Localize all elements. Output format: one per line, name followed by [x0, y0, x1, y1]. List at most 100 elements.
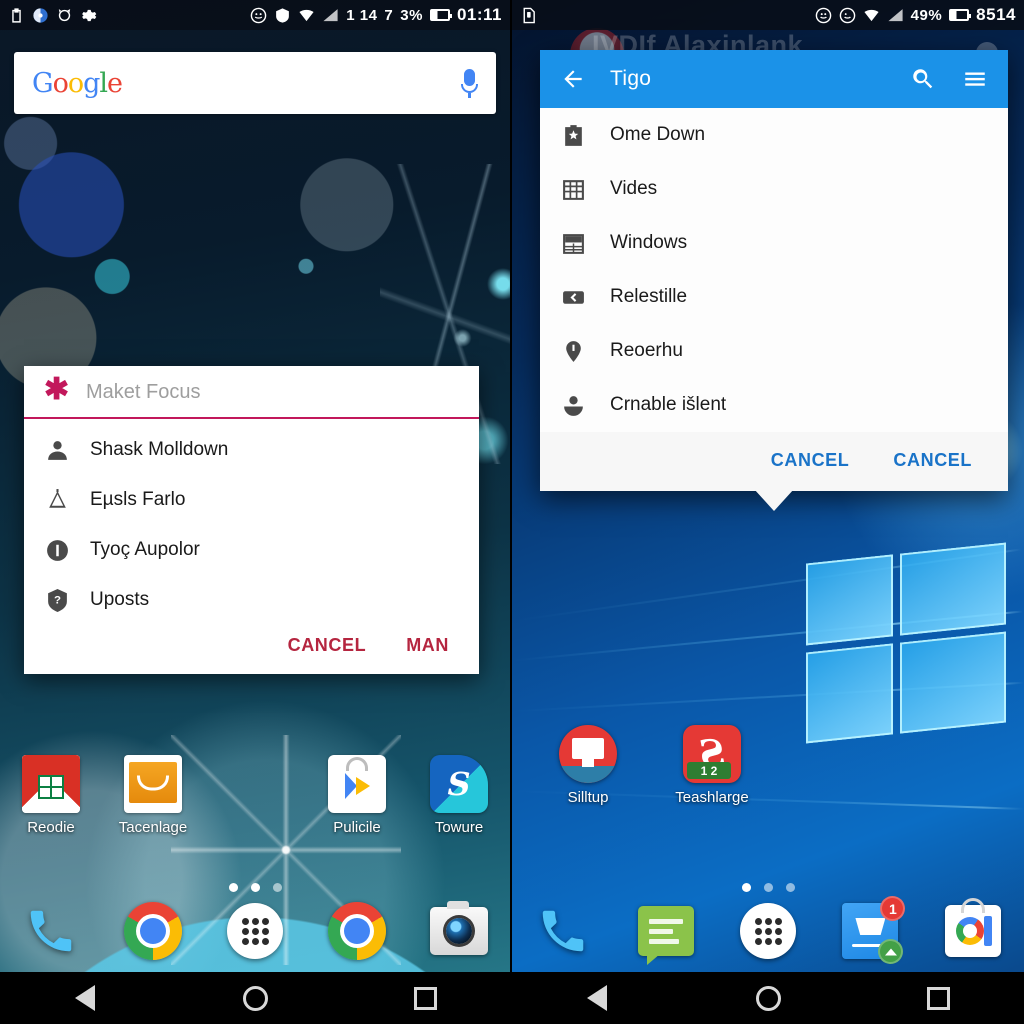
list-item[interactable]: Eµsls Farlo: [24, 475, 479, 525]
signal-icon: [887, 7, 904, 24]
list-item-label: Tyoç Aupolor: [90, 539, 200, 560]
battery-icon: [949, 9, 972, 21]
compass-icon: [32, 7, 49, 24]
app-icon-towure[interactable]: S Towure: [408, 755, 510, 836]
help-shield-icon: ?: [44, 587, 70, 613]
svg-text:?: ?: [54, 594, 61, 606]
dialog-title-row: ✱ Maket Focus: [24, 366, 479, 419]
app-icon-tacenlage[interactable]: Tacenlage: [102, 755, 204, 836]
signal-text: 1 14: [346, 6, 378, 24]
folder-icon: [124, 755, 182, 813]
recents-nav-button[interactable]: [853, 972, 1024, 1024]
maket-focus-dialog: ✱ Maket Focus Shask Molldown Eµsls Farlo…: [24, 366, 479, 674]
list-item[interactable]: Tyoç Aupolor: [24, 525, 479, 575]
cancel-button-1[interactable]: CANCEL: [771, 450, 850, 471]
left-status-bar: 1 14 7 3% 01:11: [0, 0, 510, 30]
left-phone-screen: 1 14 7 3% 01:11 Google ✱ Maket Focus Sha…: [0, 0, 512, 1024]
app-label: Towure: [434, 819, 484, 836]
left-nav-bar: [0, 972, 510, 1024]
messages-icon: [637, 906, 694, 965]
emoji-icon: [815, 7, 832, 24]
cart-icon: 1: [842, 896, 906, 964]
dialog-actions: CANCEL MAN: [24, 627, 479, 674]
table-icon: [560, 230, 586, 256]
app-label: Silltup: [567, 789, 609, 806]
menu-item-crnable-islent[interactable]: Crnable išlent: [540, 378, 1008, 432]
back-nav-icon: [587, 985, 608, 1011]
search-icon[interactable]: [908, 64, 938, 94]
menu-item-label: Relestille: [610, 286, 688, 307]
s-red-icon: S 1 2: [683, 725, 741, 783]
app-icon-teashlarge[interactable]: S 1 2 Teashlarge: [672, 725, 752, 806]
app-icon-pulicile[interactable]: Pulicile: [306, 755, 408, 836]
right-app-grid: Silltup S 1 2 Teashlarge: [548, 725, 752, 806]
app-label: Teashlarge: [675, 789, 749, 806]
menu-item-relestille[interactable]: Relestille: [540, 270, 1008, 324]
list-item[interactable]: Shask Molldown: [24, 425, 479, 475]
dock-chrome[interactable]: [102, 902, 204, 960]
cart-update-icon: [878, 939, 904, 964]
app-icon-silltup[interactable]: Silltup: [548, 725, 628, 806]
back-nav-button[interactable]: [0, 972, 170, 1024]
menu-item-label: Vides: [610, 178, 658, 199]
dock-app-drawer[interactable]: [204, 903, 306, 959]
dock-phone[interactable]: [512, 904, 614, 958]
app-badge: 1 2: [687, 762, 731, 779]
cancel-button-2[interactable]: CANCEL: [893, 450, 972, 471]
screenshot-stage: 1 14 7 3% 01:11 Google ✱ Maket Focus Sha…: [0, 0, 1024, 1024]
back-nav-button[interactable]: [512, 972, 683, 1024]
battery-percent: 49%: [910, 6, 943, 24]
recents-nav-icon: [413, 986, 437, 1010]
tigo-menu-sheet: Tigo Ome Down Vides Windows Relestille R…: [540, 50, 1008, 511]
app-drawer-icon: [740, 903, 797, 959]
dock-play-store[interactable]: [922, 898, 1024, 957]
microphone-icon[interactable]: [461, 68, 478, 98]
dock-messages[interactable]: [614, 906, 716, 965]
hamburger-menu-icon[interactable]: [960, 64, 990, 94]
app-bar-title: Tigo: [610, 67, 652, 90]
menu-item-label: Reoerhu: [610, 340, 683, 361]
app-drawer-icon: [227, 903, 283, 959]
cart-badge: 1: [880, 896, 906, 921]
menu-item-reoerhu[interactable]: Reoerhu: [540, 324, 1008, 378]
dock-app-drawer[interactable]: [717, 903, 819, 959]
person-icon: [44, 437, 70, 463]
battery-percent: 3%: [400, 6, 423, 24]
alarm-icon: [56, 7, 73, 24]
wifi-icon: [298, 7, 315, 24]
google-search-bar[interactable]: Google: [14, 52, 496, 114]
recents-nav-button[interactable]: [340, 972, 510, 1024]
chrome-icon: [124, 902, 182, 960]
list-item-label: Eµsls Farlo: [90, 489, 186, 510]
dialog-list: Shask Molldown Eµsls Farlo Tyoç Aupolor …: [24, 419, 479, 627]
back-nav-icon: [75, 985, 95, 1011]
home-nav-button[interactable]: [170, 972, 340, 1024]
gmail-icon: [22, 755, 80, 813]
dock-camera[interactable]: [408, 901, 510, 955]
app-icon-reodie[interactable]: Reodie: [0, 755, 102, 836]
emoji-icon: [250, 7, 267, 24]
app-label: Pulicile: [333, 819, 381, 836]
chrome-icon: [328, 902, 386, 960]
app-slot-empty: [204, 755, 306, 836]
list-item[interactable]: ? Uposts: [24, 575, 479, 625]
menu-item-ome-down[interactable]: Ome Down: [540, 108, 1008, 162]
settings-gear-icon: [80, 7, 97, 24]
menu-item-windows[interactable]: Windows: [540, 216, 1008, 270]
sheet-caret: [754, 489, 794, 511]
man-button[interactable]: MAN: [406, 635, 449, 656]
home-nav-button[interactable]: [683, 972, 854, 1024]
cancel-button[interactable]: CANCEL: [288, 635, 367, 656]
menu-list: Ome Down Vides Windows Relestille Reoerh…: [540, 108, 1008, 432]
back-arrow-icon[interactable]: [558, 64, 588, 94]
dock-phone[interactable]: [0, 904, 102, 958]
menu-item-label: Windows: [610, 232, 688, 253]
right-status-bar: 49% 8514: [512, 0, 1024, 30]
right-nav-bar: [512, 972, 1024, 1024]
menu-item-vides[interactable]: Vides: [540, 162, 1008, 216]
home-nav-icon: [755, 985, 781, 1011]
app-bar: Tigo: [540, 50, 1008, 108]
bell-alert-icon: [44, 487, 70, 513]
dock-cart[interactable]: 1: [819, 896, 921, 964]
dock-chrome-2[interactable]: [306, 902, 408, 960]
